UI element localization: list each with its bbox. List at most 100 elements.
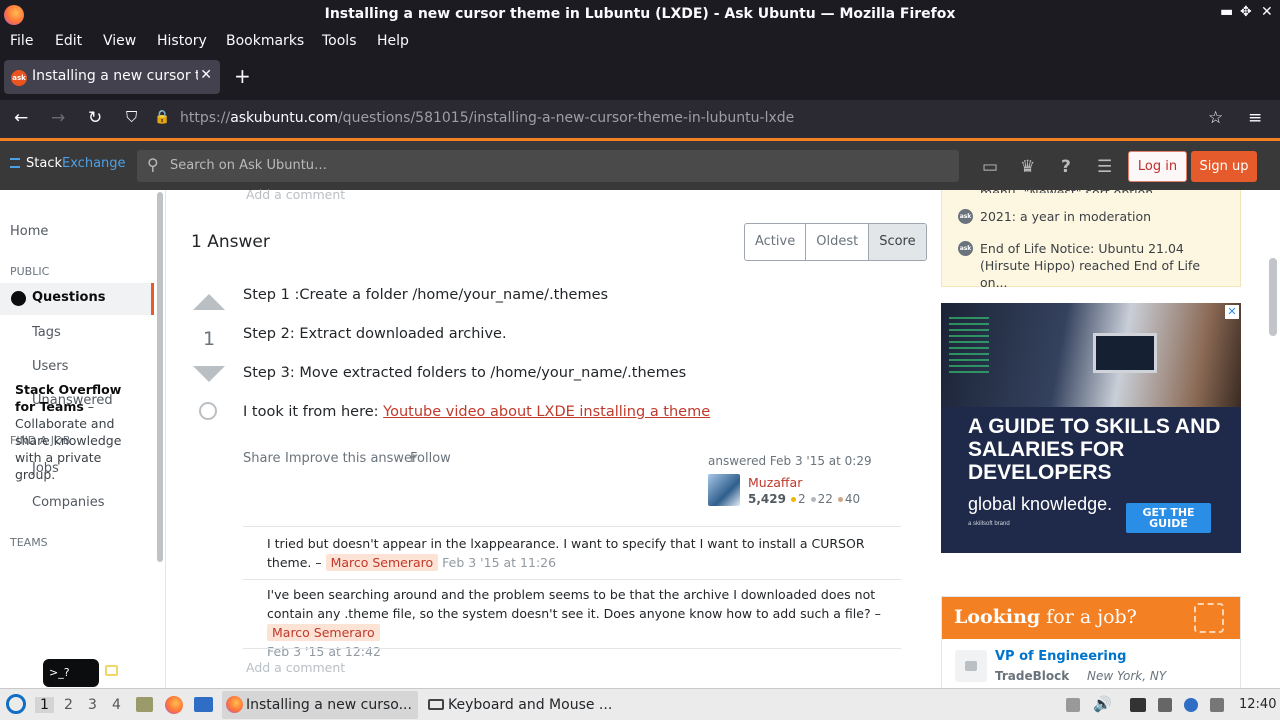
answer-step-3: Step 3: Move extracted folders to /home/… [243, 365, 687, 381]
window-titlebar: Installing a new cursor theme in Lubuntu… [0, 0, 1280, 30]
maximize-button[interactable]: ✥ [1240, 4, 1252, 20]
meta-item-1[interactable]: 2021: a year in moderation [980, 208, 1230, 225]
workspace-2[interactable]: 2 [64, 697, 73, 713]
url-host: askubuntu.com [230, 110, 338, 126]
tab-bar: ask Installing a new cursor theme ✕ + [0, 54, 1280, 100]
meta-item-partial[interactable]: menu, "Newest" sort option, renaming... [980, 179, 1230, 193]
tracking-shield-icon[interactable]: ⛉ [126, 108, 137, 126]
firefox-launcher-icon[interactable] [165, 696, 183, 714]
forward-button[interactable]: → [51, 108, 65, 128]
url-bar[interactable]: https://askubuntu.com/questions/581015/i… [180, 110, 794, 126]
clipboard-tray-icon[interactable] [1158, 698, 1172, 712]
tab-close-icon[interactable]: ✕ [200, 67, 212, 83]
nav-companies[interactable]: Companies [32, 495, 105, 510]
keyboard-window-icon [428, 699, 444, 710]
youtube-link[interactable]: Youtube video about LXDE installing a th… [383, 404, 710, 420]
comment-user[interactable]: Marco Semeraro [267, 624, 380, 641]
show-desktop-icon[interactable] [194, 697, 213, 712]
app-menu-icon[interactable]: ≡ [1248, 108, 1262, 128]
user-avatar[interactable] [708, 474, 740, 506]
nav-users[interactable]: Users [32, 359, 68, 374]
network-tray-icon[interactable] [1210, 698, 1224, 712]
job-location: New York, NY [1087, 669, 1167, 683]
improve-answer-link[interactable]: Improve this answer [285, 451, 417, 466]
file-manager-icon[interactable] [136, 697, 153, 712]
trash-tray-icon[interactable] [1066, 698, 1080, 712]
bookmark-star-icon[interactable]: ☆ [1208, 108, 1223, 128]
upvote-button[interactable] [193, 294, 225, 310]
nav-home[interactable]: Home [10, 224, 48, 239]
comment-date[interactable]: Feb 3 '15 at 11:26 [442, 555, 556, 570]
ad-close-icon[interactable]: ✕ [1225, 305, 1239, 319]
volume-icon[interactable]: 🔊 [1093, 695, 1112, 713]
answered-timestamp: answered Feb 3 '15 at 0:29 [708, 454, 872, 468]
taskbar-window-keyboard[interactable]: Keyboard and Mouse ... [424, 691, 620, 719]
stackexchange-logo[interactable]: StackExchange [10, 156, 126, 171]
taskbar-window-firefox[interactable]: Installing a new curso... [222, 691, 418, 719]
terminal-widget[interactable]: >_? [43, 659, 99, 687]
comment-date[interactable]: Feb 3 '15 at 12:42 [267, 644, 381, 659]
menu-tools[interactable]: Tools [322, 33, 357, 49]
sort-score[interactable]: Score [869, 224, 926, 260]
achievements-icon[interactable]: ♛ [1020, 157, 1035, 177]
menu-view[interactable]: View [103, 33, 136, 49]
taskbar: 1 2 3 4 Installing a new curso... Keyboa… [0, 688, 1280, 720]
inbox-icon[interactable]: ▭ [982, 157, 998, 177]
meta-icon: ask [958, 241, 973, 256]
search-icon: ⚲ [147, 155, 159, 174]
main-content: Add a comment 1 Answer Active Oldest Sco… [166, 187, 936, 690]
advertisement[interactable]: A GUIDE TO SKILLS AND SALARIES FOR DEVEL… [941, 303, 1241, 553]
jobs-header-rest: for a job? [1040, 606, 1137, 628]
workspace-3[interactable]: 3 [88, 697, 97, 713]
workspace-1[interactable]: 1 [35, 697, 54, 713]
window-title: Installing a new cursor theme in Lubuntu… [324, 6, 956, 22]
menu-help[interactable]: Help [377, 33, 409, 49]
menu-bookmarks[interactable]: Bookmarks [226, 33, 304, 49]
left-scrollbar[interactable] [157, 192, 163, 562]
nav-questions[interactable]: Questions [0, 283, 154, 315]
gold-count: 2 [797, 492, 806, 506]
lock-icon[interactable]: 🔒 [154, 110, 170, 125]
close-window-button[interactable]: ✕ [1261, 4, 1273, 20]
firefox-window-icon [226, 696, 243, 713]
add-comment-link-question[interactable]: Add a comment [246, 187, 345, 202]
downvote-button[interactable] [193, 366, 225, 382]
comment-user[interactable]: Marco Semeraro [325, 554, 439, 571]
minimize-button[interactable]: ▬ [1220, 4, 1233, 20]
job-title-link[interactable]: VP of Engineering [995, 649, 1126, 664]
display-tray-icon[interactable] [1130, 698, 1146, 712]
silver-badge-icon [810, 497, 816, 502]
menu-edit[interactable]: Edit [55, 33, 82, 49]
teams-title[interactable]: Stack Overflow for Teams [15, 382, 121, 414]
sort-oldest[interactable]: Oldest [806, 224, 870, 260]
back-button[interactable]: ← [14, 108, 28, 128]
site-switcher-icon[interactable]: ☰ [1097, 157, 1112, 177]
help-icon[interactable]: ? [1061, 157, 1071, 177]
update-tray-icon[interactable] [1184, 698, 1198, 712]
login-button[interactable]: Log in [1128, 151, 1187, 182]
clock[interactable]: 12:40 [1239, 697, 1276, 712]
add-comment-link-answer[interactable]: Add a comment [246, 660, 345, 675]
lubuntu-menu-icon[interactable] [6, 694, 26, 714]
reload-button[interactable]: ↻ [88, 108, 102, 128]
follow-link[interactable]: Follow [410, 451, 451, 466]
ad-cta-button[interactable]: GET THE GUIDE [1126, 503, 1211, 533]
signup-button[interactable]: Sign up [1191, 151, 1257, 182]
search-input[interactable]: ⚲ Search on Ask Ubuntu… [137, 150, 959, 182]
ad-brand: global knowledge. [968, 494, 1113, 514]
new-tab-button[interactable]: + [234, 64, 251, 88]
menu-file[interactable]: File [10, 33, 33, 49]
tab-active[interactable]: ask Installing a new cursor theme ✕ [4, 60, 220, 94]
url-prefix: https:// [180, 110, 231, 126]
workspace-4[interactable]: 4 [112, 697, 121, 713]
meta-item-2[interactable]: End of Life Notice: Ubuntu 21.04 (Hirsut… [980, 240, 1230, 291]
menu-history[interactable]: History [157, 33, 207, 49]
page-scrollbar[interactable] [1269, 258, 1277, 336]
user-name[interactable]: Muzaffar [748, 475, 802, 490]
share-link[interactable]: Share [243, 451, 281, 466]
nav-tags[interactable]: Tags [32, 325, 61, 340]
source-prefix: I took it from here: [243, 404, 384, 420]
bronze-badge-icon [837, 497, 843, 502]
sort-active[interactable]: Active [745, 224, 807, 260]
history-icon[interactable] [199, 402, 217, 420]
